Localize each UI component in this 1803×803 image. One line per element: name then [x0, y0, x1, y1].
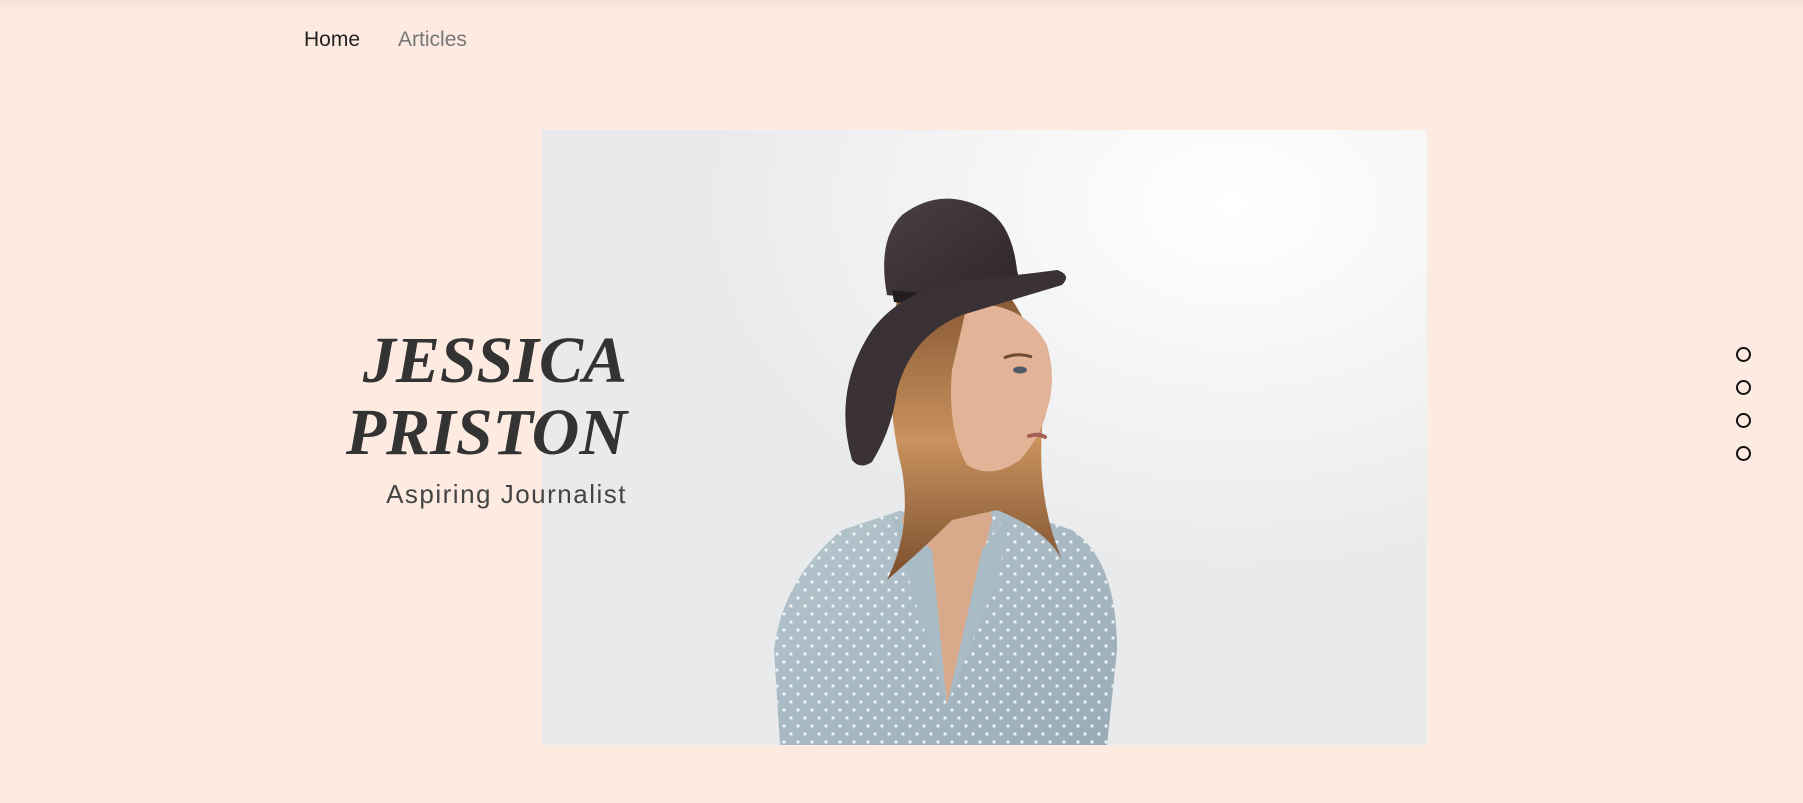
- hero-heading-block: JESSICA PRISTON Aspiring Journalist: [346, 325, 627, 510]
- main-nav: Home Articles: [304, 28, 467, 52]
- hero-subtitle: Aspiring Journalist: [386, 479, 627, 509]
- nav-home-link[interactable]: Home: [304, 28, 360, 52]
- hero-portrait-photo: [542, 130, 1427, 745]
- section-dot-4-icon[interactable]: [1736, 446, 1751, 461]
- hero-name: JESSICA PRISTON: [346, 325, 627, 469]
- hero-name-last: PRISTON: [345, 396, 627, 469]
- section-dot-3-icon[interactable]: [1736, 413, 1751, 428]
- section-dot-1-icon[interactable]: [1736, 347, 1751, 362]
- nav-articles-link[interactable]: Articles: [398, 28, 467, 52]
- section-dot-2-icon[interactable]: [1736, 380, 1751, 395]
- hero-name-first: JESSICA: [362, 324, 627, 397]
- header-shadow: [0, 0, 1803, 10]
- section-dots-nav: [1736, 347, 1751, 461]
